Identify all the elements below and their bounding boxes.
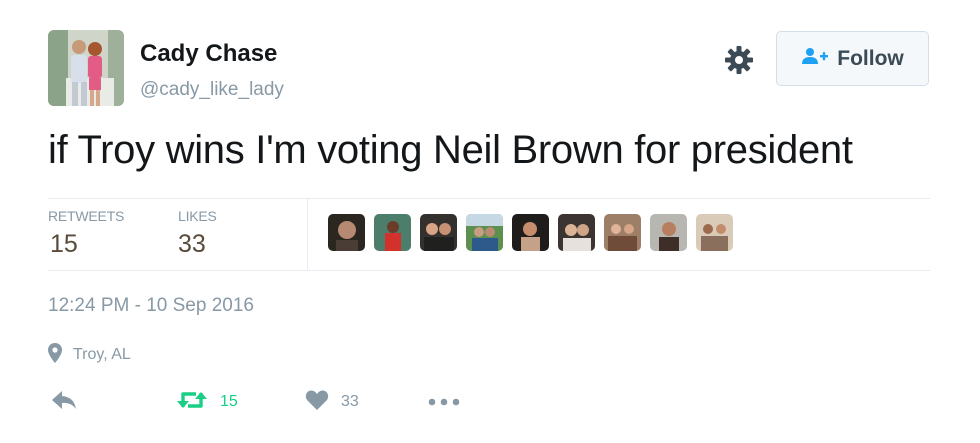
retweet-button[interactable]: 15: [176, 388, 238, 416]
likes-count[interactable]: 33: [178, 230, 206, 259]
liker-avatar[interactable]: [374, 214, 411, 251]
gear-icon[interactable]: [722, 43, 756, 77]
retweet-count: 15: [220, 393, 238, 410]
follow-button[interactable]: Follow: [776, 31, 929, 86]
likes-label: LIKES: [178, 208, 217, 224]
divider-top: [48, 198, 930, 199]
reply-button[interactable]: [50, 388, 78, 416]
liker-avatar[interactable]: [650, 214, 687, 251]
add-user-icon: [801, 47, 829, 70]
like-button[interactable]: 33: [305, 388, 359, 416]
tweet-location[interactable]: Troy, AL: [73, 346, 131, 364]
liker-avatar[interactable]: [328, 214, 365, 251]
retweets-count[interactable]: 15: [50, 230, 78, 259]
heart-icon: [305, 389, 329, 416]
display-name[interactable]: Cady Chase: [140, 40, 277, 68]
follow-button-label: Follow: [837, 46, 904, 70]
avatar[interactable]: [48, 30, 124, 106]
retweet-icon: [176, 389, 208, 416]
reply-icon: [50, 389, 78, 416]
tweet-text: if Troy wins I'm voting Neil Brown for p…: [48, 128, 853, 172]
location-pin-icon: [48, 343, 62, 363]
user-handle[interactable]: @cady_like_lady: [140, 79, 284, 101]
liker-avatar[interactable]: [512, 214, 549, 251]
more-icon: [428, 393, 460, 411]
stats-divider: [307, 198, 308, 270]
liker-avatar[interactable]: [696, 214, 733, 251]
divider-bottom: [48, 270, 930, 271]
more-button[interactable]: [428, 388, 460, 416]
tweet-timestamp[interactable]: 12:24 PM - 10 Sep 2016: [48, 295, 254, 317]
like-count: 33: [341, 393, 359, 410]
liker-avatar[interactable]: [420, 214, 457, 251]
liker-avatar[interactable]: [604, 214, 641, 251]
liker-avatar[interactable]: [558, 214, 595, 251]
liker-avatar[interactable]: [466, 214, 503, 251]
retweets-label: RETWEETS: [48, 208, 125, 224]
